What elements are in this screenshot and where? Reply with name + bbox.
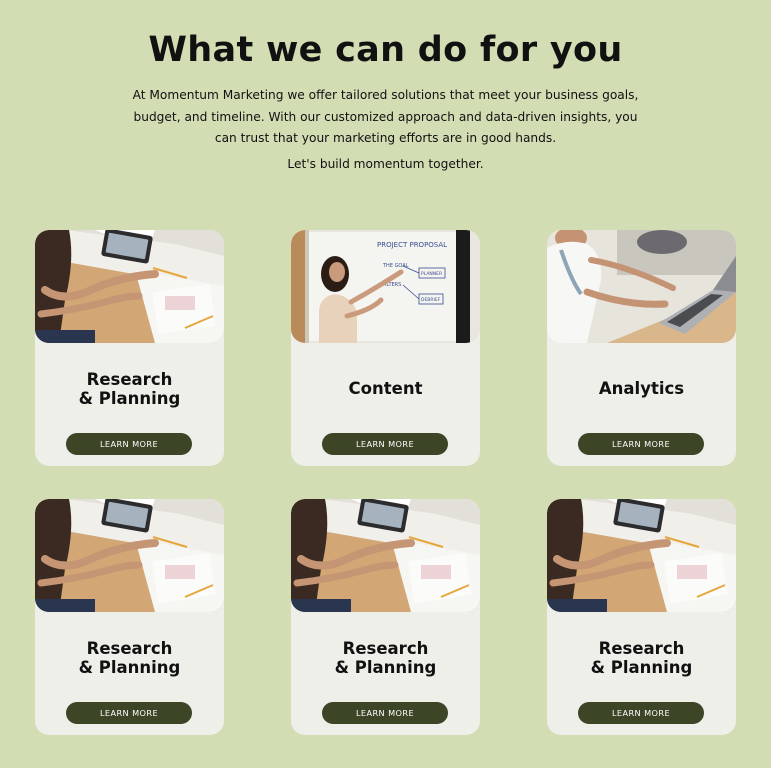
learn-more-button[interactable]: LEARN MORE — [578, 433, 704, 455]
laptop-photo — [547, 230, 736, 343]
learn-more-button[interactable]: LEARN MORE — [322, 702, 448, 724]
learn-more-button[interactable]: LEARN MORE — [578, 702, 704, 724]
card-title: Content — [348, 379, 423, 398]
card-title: Research & Planning — [334, 639, 437, 677]
card-title: Analytics — [598, 379, 685, 398]
section-tagline: Let's build momentum together. — [287, 157, 484, 171]
whiteboard-photo: PROJECT PROPOSAL THE GOAL FILTERS PLANNE… — [291, 230, 480, 343]
whiteboard-text: PROJECT PROPOSAL — [377, 241, 447, 249]
laptop-photo-svg — [547, 230, 736, 343]
service-card-content[interactable]: PROJECT PROPOSAL THE GOAL FILTERS PLANNE… — [291, 230, 480, 466]
service-card-research-planning[interactable]: Research & Planning LEARN MORE — [547, 499, 736, 735]
tablet-desk-photo — [35, 230, 224, 343]
section-intro: At Momentum Marketing we offer tailored … — [132, 88, 639, 145]
tablet-desk-photo — [547, 499, 736, 612]
service-card-research-planning[interactable]: Research & Planning LEARN MORE — [291, 499, 480, 735]
whiteboard-text: PLANNER — [421, 271, 442, 277]
whiteboard-text: THE GOAL — [382, 263, 409, 269]
tablet-desk-photo-svg — [35, 499, 224, 612]
tablet-desk-photo-svg — [291, 499, 480, 612]
card-title: Research & Planning — [590, 639, 693, 677]
tablet-desk-photo-svg — [547, 499, 736, 612]
learn-more-button[interactable]: LEARN MORE — [66, 433, 192, 455]
service-card-research-planning[interactable]: Research & Planning LEARN MORE — [35, 499, 224, 735]
tablet-desk-photo — [35, 499, 224, 612]
tablet-desk-photo — [291, 499, 480, 612]
card-title: Research & Planning — [78, 639, 181, 677]
service-card-research-planning[interactable]: Research & Planning LEARN MORE — [35, 230, 224, 466]
service-card-analytics[interactable]: Analytics LEARN MORE — [547, 230, 736, 466]
whiteboard-text: DEBRIEF — [421, 297, 441, 303]
tablet-desk-photo-svg — [35, 230, 224, 343]
whiteboard-photo-svg: PROJECT PROPOSAL THE GOAL FILTERS PLANNE… — [291, 230, 480, 343]
services-section: What we can do for you At Momentum Marke… — [0, 0, 771, 768]
learn-more-button[interactable]: LEARN MORE — [66, 702, 192, 724]
learn-more-button[interactable]: LEARN MORE — [322, 433, 448, 455]
card-title: Research & Planning — [78, 370, 181, 408]
section-headline: What we can do for you — [148, 30, 623, 70]
